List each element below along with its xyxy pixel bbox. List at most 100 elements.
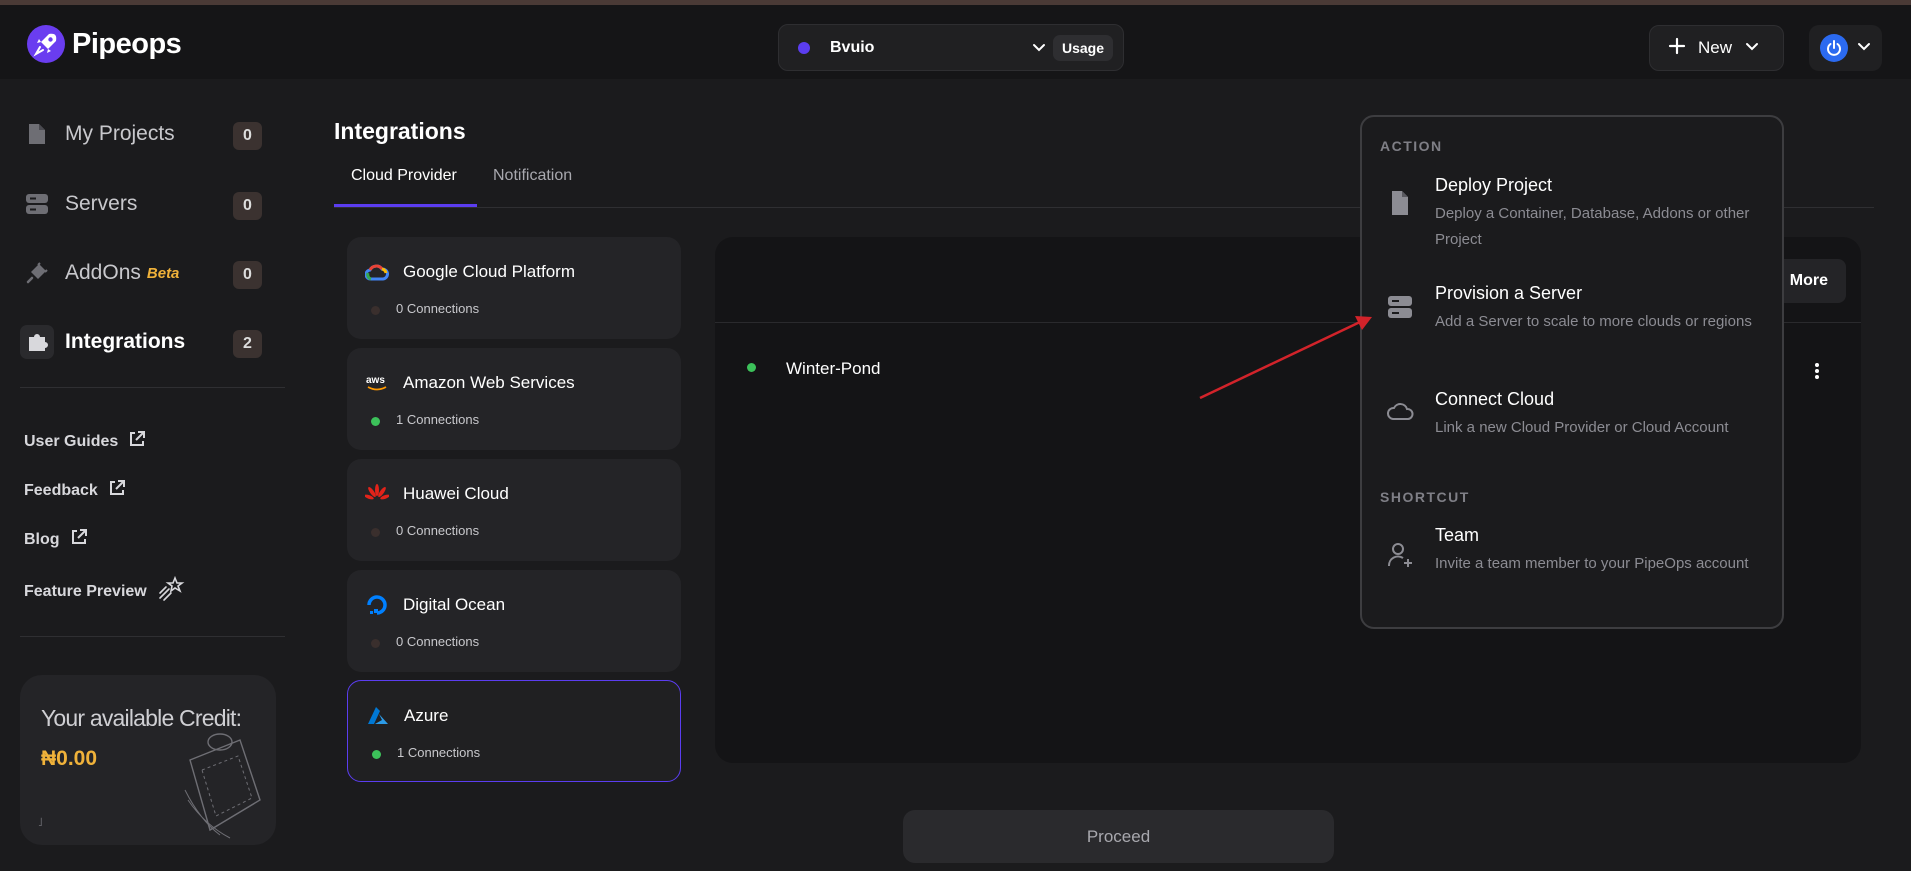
external-link-icon	[108, 479, 126, 502]
top-bar: Pipeops Bvuio Usage New	[0, 5, 1911, 79]
tab-notification[interactable]: Notification	[493, 167, 572, 185]
count-badge: 0	[233, 122, 262, 150]
shooting-star-icon	[157, 575, 185, 608]
power-icon	[1820, 34, 1848, 62]
count-badge: 0	[233, 192, 262, 220]
provider-card-azure[interactable]: Azure 1 Connections	[347, 680, 681, 782]
sidebar-divider	[20, 636, 285, 637]
provider-card-digital-ocean[interactable]: Digital Ocean 0 Connections	[347, 570, 681, 672]
connection-count: 1 Connections	[396, 412, 480, 427]
server-icon	[20, 187, 54, 221]
chevron-down-icon[interactable]	[1031, 39, 1047, 60]
provider-card-aws[interactable]: aws Amazon Web Services 1 Connections	[347, 348, 681, 450]
status-dot	[371, 528, 380, 537]
puzzle-icon	[20, 325, 54, 359]
menu-item-title: Connect Cloud	[1435, 389, 1555, 409]
cloud-icon	[1384, 395, 1416, 427]
decorative-mark: ˩	[38, 815, 43, 829]
user-menu-button[interactable]	[1809, 25, 1882, 71]
active-tab-indicator	[334, 204, 477, 207]
menu-section-action: ACTION	[1380, 138, 1443, 154]
menu-item-connect-cloud[interactable]: Connect Cloud Link a new Cloud Provider …	[1362, 383, 1782, 463]
new-button[interactable]: New	[1649, 25, 1784, 71]
brand-name: Pipeops	[72, 27, 182, 60]
link-label: Feature Preview	[24, 582, 147, 600]
tab-cloud-provider[interactable]: Cloud Provider	[351, 167, 457, 185]
menu-item-desc: Invite a team member to your PipeOps acc…	[1435, 555, 1749, 572]
new-menu-dropdown: ACTION Deploy Project Deploy a Container…	[1360, 115, 1784, 629]
link-label: Feedback	[24, 481, 98, 499]
credit-title: Your available Credit:	[41, 705, 242, 731]
link-user-guides[interactable]: User Guides	[24, 430, 146, 453]
chevron-down-icon	[1744, 38, 1760, 59]
external-link-icon	[70, 528, 88, 551]
menu-item-desc: Add a Server to scale to more clouds or …	[1435, 313, 1752, 330]
beta-badge: Beta	[146, 264, 180, 282]
link-feature-preview[interactable]: Feature Preview	[24, 575, 185, 608]
provider-name: Google Cloud Platform	[403, 262, 575, 281]
project-selector[interactable]: Bvuio Usage	[778, 24, 1124, 71]
link-blog[interactable]: Blog	[24, 528, 88, 551]
file-icon	[1384, 187, 1416, 219]
sidebar-item-servers[interactable]: Servers 0	[20, 180, 297, 228]
aws-icon: aws	[366, 375, 387, 391]
sidebar-item-label: AddOns	[65, 261, 141, 284]
count-badge: 0	[233, 261, 262, 289]
page-title: Integrations	[334, 118, 466, 144]
menu-item-deploy-project[interactable]: Deploy Project Deploy a Container, Datab…	[1362, 167, 1782, 267]
connection-count: 0 Connections	[396, 301, 480, 316]
status-dot	[372, 750, 381, 759]
menu-item-provision-server[interactable]: Provision a Server Add a Server to scale…	[1362, 275, 1782, 375]
menu-item-title: Provision a Server	[1435, 283, 1583, 303]
provider-name: Azure	[404, 706, 449, 725]
menu-item-team[interactable]: Team Invite a team member to your PipeOp…	[1362, 517, 1782, 622]
external-link-icon	[128, 430, 146, 453]
connection-count: 0 Connections	[396, 634, 480, 649]
sidebar-divider	[20, 387, 285, 388]
new-button-label: New	[1698, 38, 1733, 57]
project-name: Bvuio	[830, 38, 875, 56]
count-badge: 2	[233, 330, 262, 358]
sidebar-item-label: My Projects	[65, 122, 175, 145]
provider-name: Huawei Cloud	[403, 484, 509, 503]
status-dot	[371, 417, 380, 426]
project-color-dot	[798, 41, 810, 54]
digital-ocean-icon	[367, 595, 387, 615]
file-icon	[20, 117, 54, 151]
status-dot	[747, 363, 756, 372]
status-dot	[371, 639, 380, 648]
menu-item-desc: Deploy a Container, Database, Addons or …	[1435, 205, 1750, 248]
sidebar-item-label: Servers	[65, 192, 138, 215]
connection-count: 1 Connections	[397, 745, 481, 760]
brand-logo[interactable]: Pipeops	[27, 25, 182, 63]
sidebar-item-my-projects[interactable]: My Projects 0	[20, 110, 297, 158]
link-label: Blog	[24, 530, 60, 548]
menu-section-shortcut: SHORTCUT	[1380, 489, 1470, 505]
huawei-icon	[365, 484, 389, 500]
status-dot	[371, 306, 380, 315]
provider-name: Digital Ocean	[403, 595, 506, 614]
sidebar-item-addons[interactable]: AddOns Beta 0	[20, 249, 297, 297]
rocket-icon	[27, 25, 65, 63]
menu-item-title: Team	[1435, 525, 1480, 545]
wallet-illustration	[184, 733, 261, 839]
credit-card: Your available Credit: ₦0.00 ˩	[20, 675, 276, 845]
provider-card-huawei[interactable]: Huawei Cloud 0 Connections	[347, 459, 681, 561]
more-vertical-icon[interactable]	[1813, 361, 1821, 386]
provider-card-gcp[interactable]: Google Cloud Platform 0 Connections	[347, 237, 681, 339]
provider-name: Amazon Web Services	[403, 373, 575, 392]
usage-button[interactable]: Usage	[1053, 35, 1114, 61]
menu-item-desc: Link a new Cloud Provider or Cloud Accou…	[1435, 419, 1729, 436]
proceed-button[interactable]: Proceed	[903, 810, 1334, 863]
azure-icon	[368, 707, 388, 724]
link-label: User Guides	[24, 432, 119, 450]
user-plus-icon	[1384, 539, 1416, 571]
chevron-down-icon	[1856, 38, 1872, 59]
google-cloud-icon	[365, 264, 389, 281]
sidebar-item-integrations[interactable]: Integrations 2	[20, 318, 297, 366]
server-icon	[1384, 291, 1416, 323]
sidebar-item-label: Integrations	[65, 330, 186, 353]
plug-icon	[20, 256, 54, 290]
link-feedback[interactable]: Feedback	[24, 479, 126, 502]
menu-item-title: Deploy Project	[1435, 175, 1553, 195]
